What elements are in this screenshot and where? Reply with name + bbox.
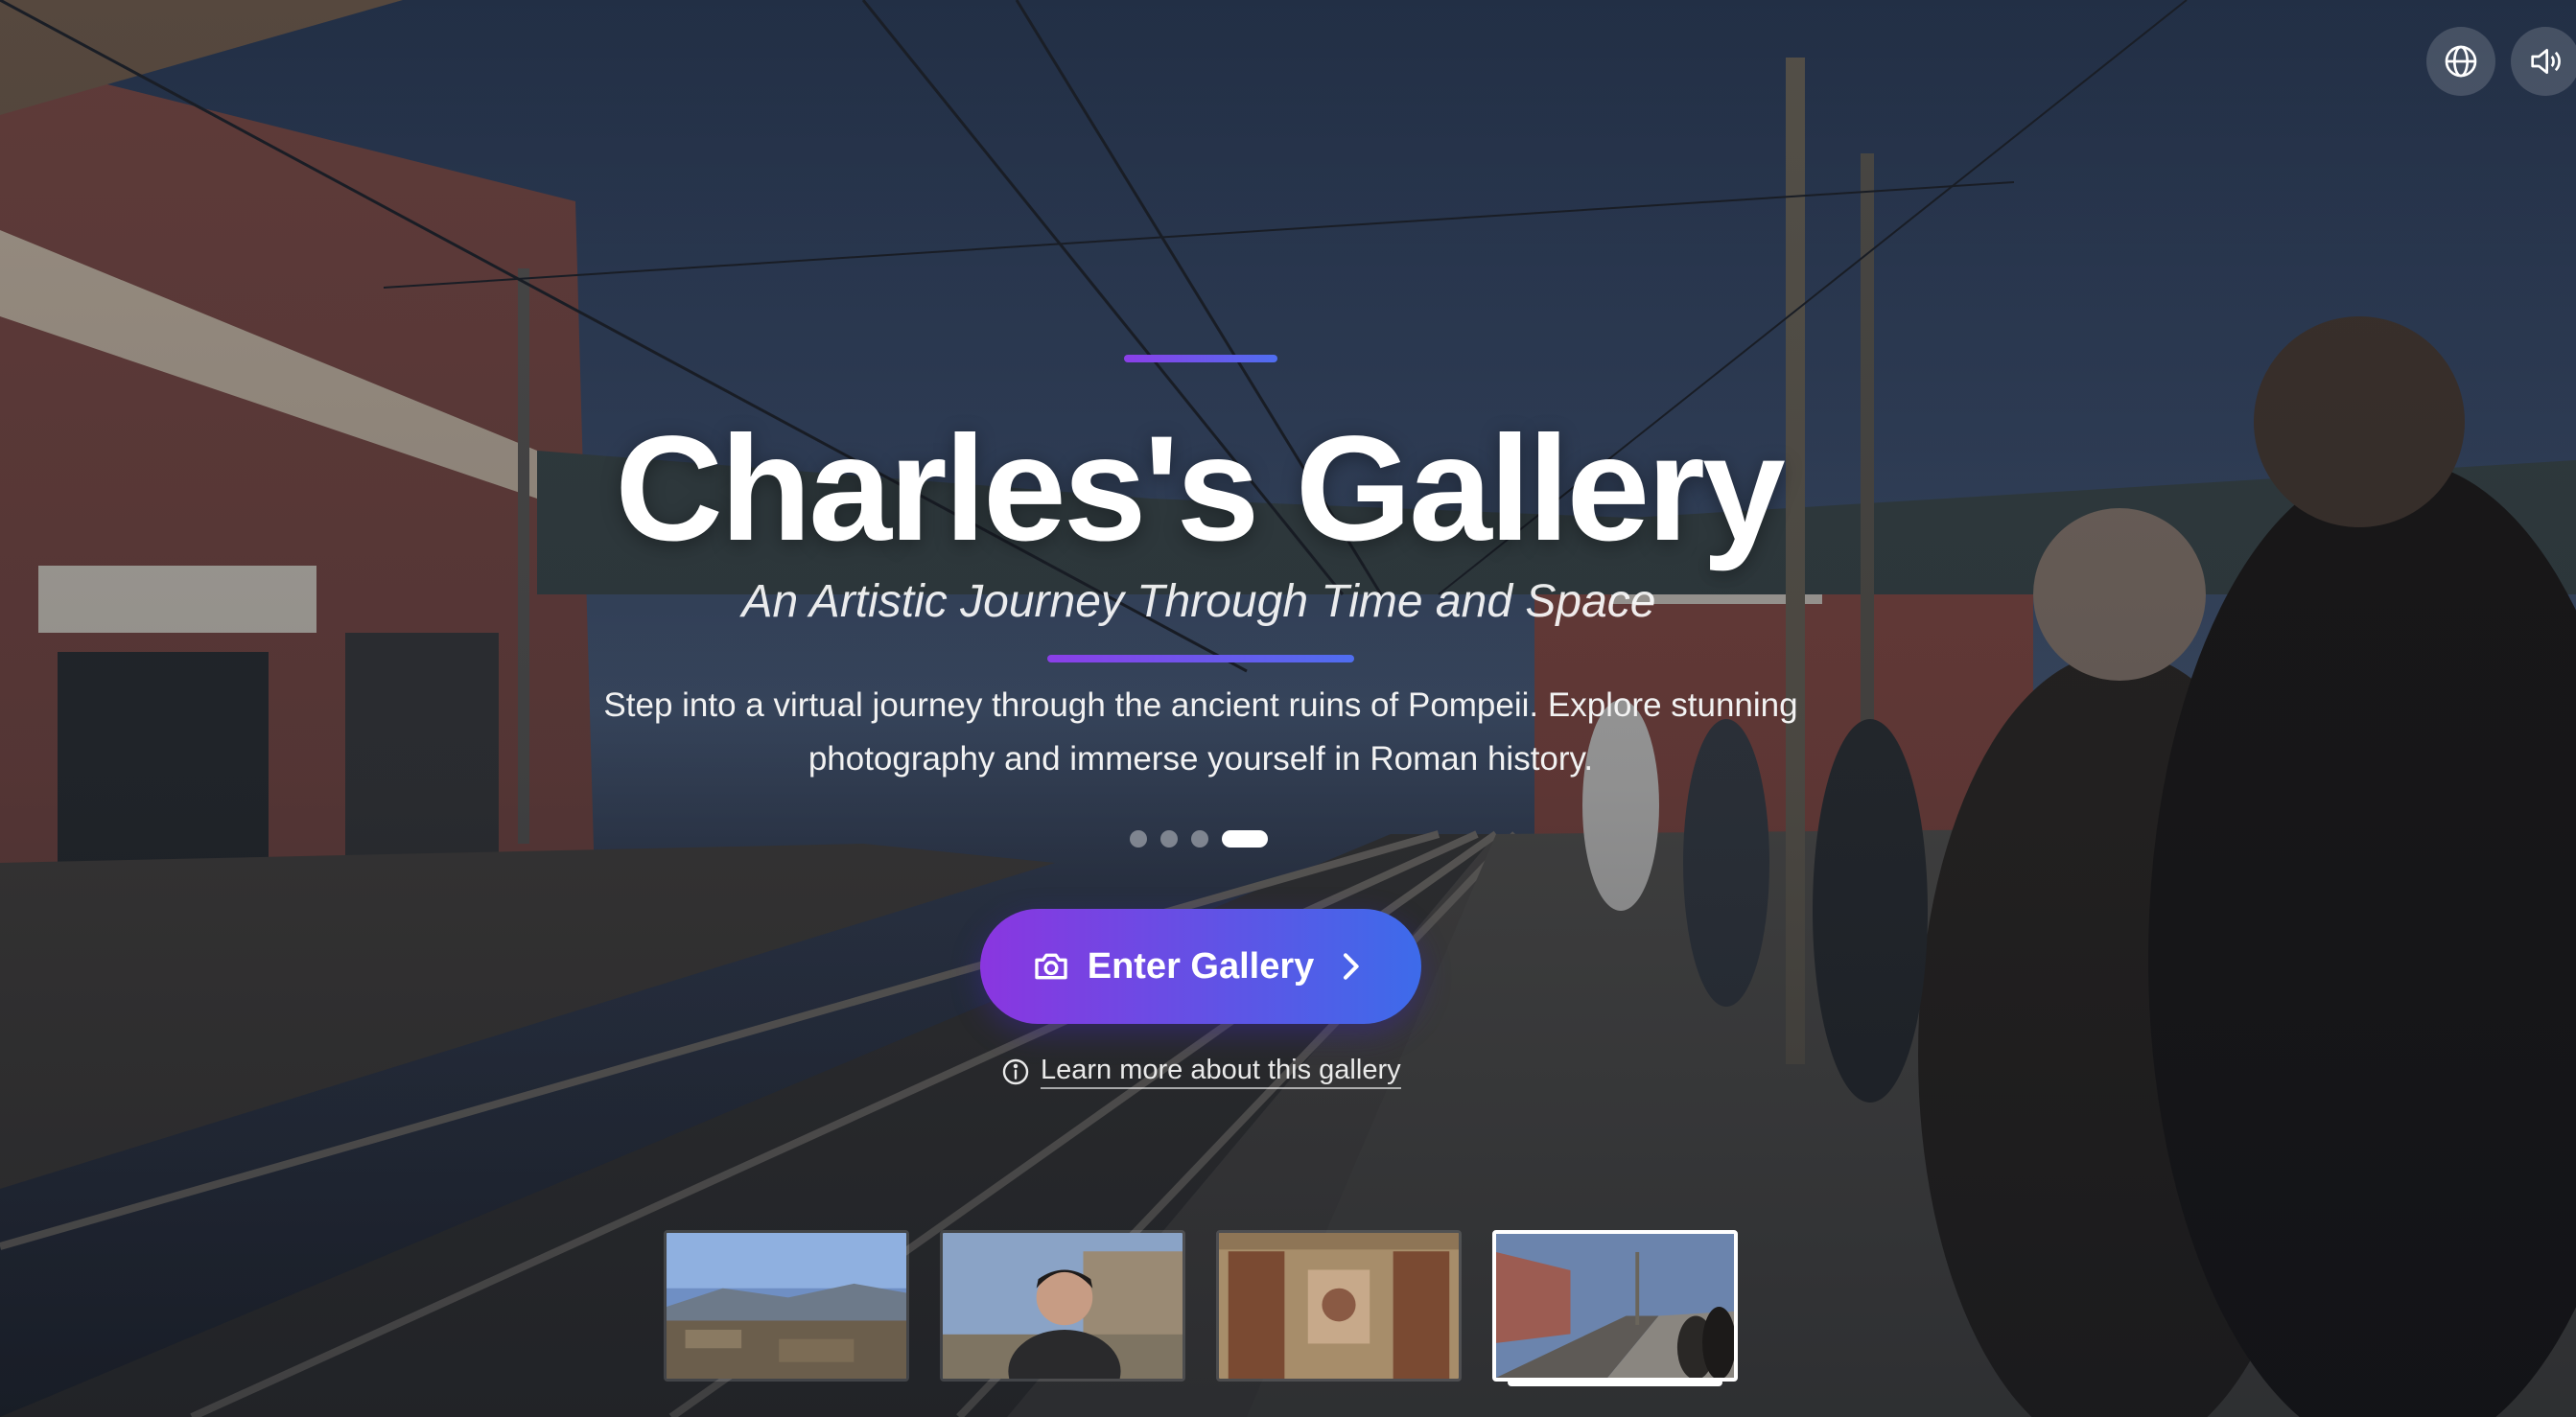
chevron-right-icon — [1344, 953, 1359, 980]
slide-dot-2[interactable] — [1160, 830, 1178, 848]
slide-dot-4[interactable] — [1222, 830, 1268, 848]
title-accent-line — [1124, 355, 1277, 362]
thumbnail-2[interactable] — [940, 1230, 1185, 1382]
thumbnail-image-ruins — [667, 1233, 906, 1379]
enter-gallery-button[interactable]: Enter Gallery — [980, 909, 1421, 1024]
slide-dot-1[interactable] — [1130, 830, 1147, 848]
slide-dot-3[interactable] — [1191, 830, 1208, 848]
gallery-description: Step into a virtual journey through the … — [603, 686, 1798, 778]
info-icon — [1002, 1058, 1029, 1085]
learn-more-label: Learn more about this gallery — [1041, 1055, 1401, 1089]
speaker-icon — [2531, 49, 2561, 74]
slide-indicators — [1130, 830, 1268, 848]
enter-gallery-label: Enter Gallery — [1087, 945, 1315, 987]
gallery-hero: Charles's Gallery An Artistic Journey Th… — [0, 0, 2576, 1417]
thumbnail-3[interactable] — [1216, 1230, 1462, 1382]
thumbnail-image-station — [1496, 1234, 1734, 1378]
language-button[interactable] — [2426, 27, 2495, 96]
sound-button[interactable] — [2511, 27, 2576, 96]
active-thumbnail-indicator — [1508, 1379, 1722, 1386]
globe-icon — [2445, 45, 2477, 78]
learn-more-link[interactable]: Learn more about this gallery — [1000, 1055, 1401, 1089]
subtitle-accent-line — [1047, 655, 1354, 662]
thumbnail-1[interactable] — [664, 1230, 909, 1382]
page-title: Charles's Gallery — [615, 406, 1786, 572]
page-subtitle: An Artistic Journey Through Time and Spa… — [741, 576, 1656, 627]
camera-icon — [1035, 953, 1067, 980]
thumbnail-image-portrait — [943, 1233, 1183, 1379]
thumbnail-4[interactable] — [1492, 1230, 1738, 1382]
thumbnail-image-fresco — [1219, 1233, 1459, 1379]
